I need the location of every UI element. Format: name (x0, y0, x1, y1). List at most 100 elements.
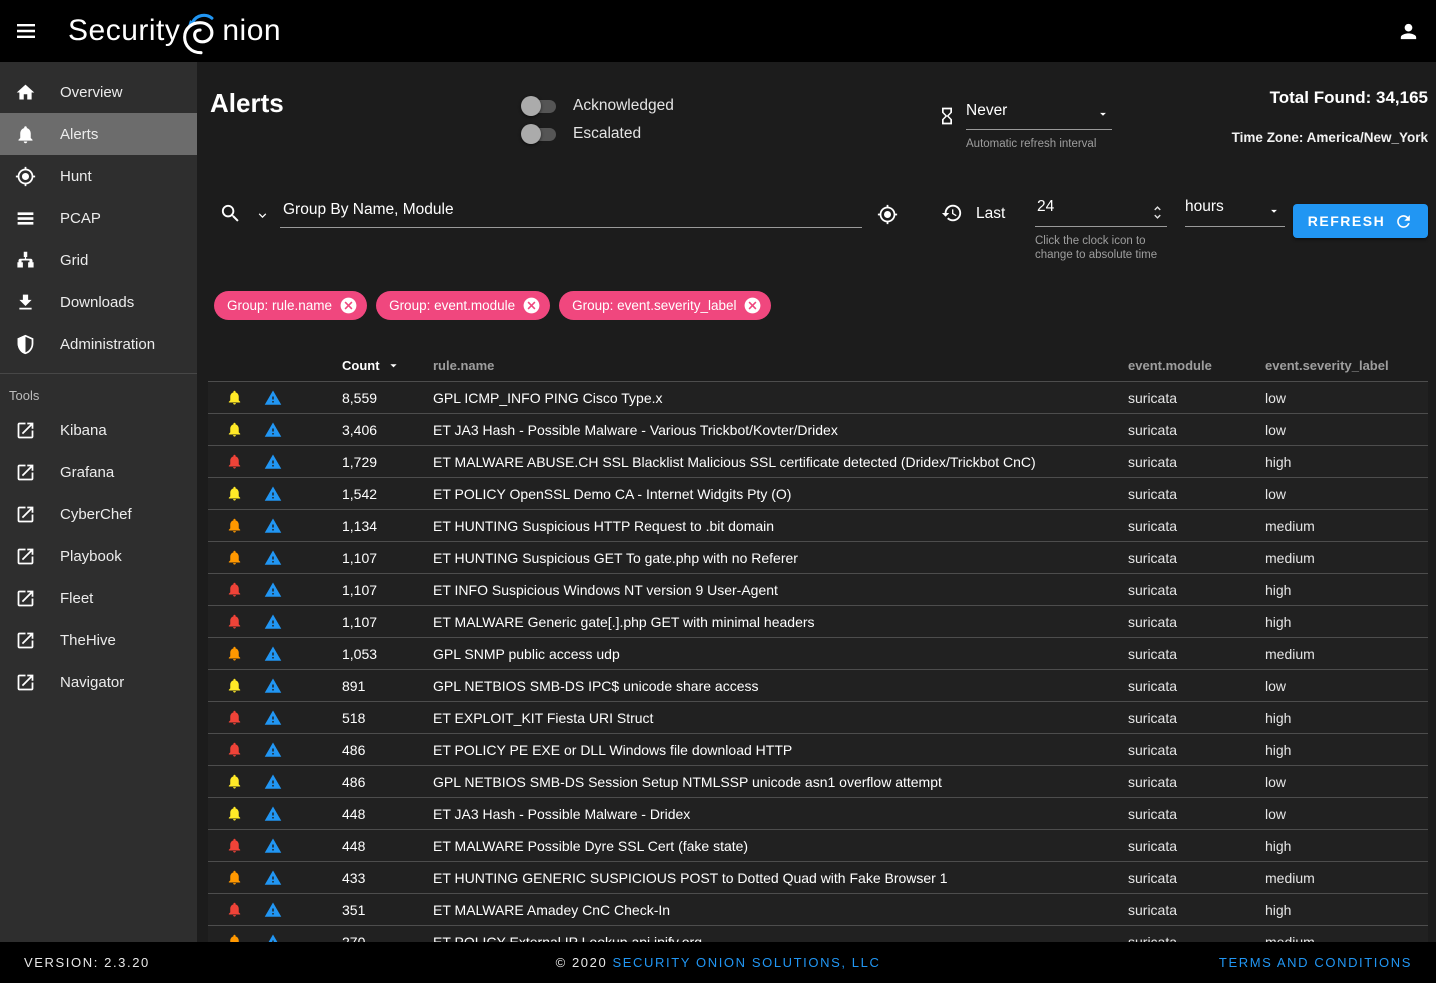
sidebar-item[interactable]: Downloads (0, 281, 197, 323)
quick-actions-target-icon[interactable] (877, 204, 898, 225)
group-filter-chip[interactable]: Group: event.module (376, 291, 550, 320)
acknowledge-bell-icon[interactable] (226, 933, 243, 942)
alert-warning-triangle-icon[interactable] (264, 581, 282, 599)
sidebar-item[interactable]: Grid (0, 239, 197, 281)
acknowledge-bell-icon[interactable] (226, 837, 243, 854)
search-icon[interactable] (219, 202, 242, 225)
sidebar-tool-item[interactable]: CyberChef (0, 493, 197, 535)
search-input[interactable] (280, 198, 862, 228)
acknowledge-bell-icon[interactable] (226, 677, 243, 694)
alert-warning-triangle-icon[interactable] (264, 869, 282, 887)
alert-warning-triangle-icon[interactable] (264, 421, 282, 439)
terms-and-conditions-link[interactable]: TERMS AND CONDITIONS (1219, 955, 1412, 970)
table-row[interactable]: 270 ET POLICY External IP Lookup api.ipi… (208, 925, 1428, 942)
sidebar-item[interactable]: Alerts (0, 113, 197, 155)
refresh-interval-select[interactable]: Never (966, 102, 1112, 130)
refresh-interval-value: Never (966, 102, 1007, 119)
acknowledge-bell-icon[interactable] (226, 485, 243, 502)
toggle-switch[interactable] (523, 100, 556, 113)
acknowledge-bell-icon[interactable] (226, 773, 243, 790)
column-header-count[interactable]: Count (306, 358, 433, 373)
table-row[interactable]: 3,406 ET JA3 Hash - Possible Malware - V… (208, 413, 1428, 445)
time-unit-select[interactable]: hours (1185, 198, 1285, 227)
table-row[interactable]: 448 ET MALWARE Possible Dyre SSL Cert (f… (208, 829, 1428, 861)
acknowledge-bell-icon[interactable] (226, 869, 243, 886)
alert-warning-triangle-icon[interactable] (264, 709, 282, 727)
toggle-switch[interactable] (523, 128, 556, 141)
table-row[interactable]: 8,559 GPL ICMP_INFO PING Cisco Type.x su… (208, 381, 1428, 413)
acknowledge-bell-icon[interactable] (226, 549, 243, 566)
table-row[interactable]: 1,107 ET MALWARE Generic gate[.].php GET… (208, 605, 1428, 637)
group-filter-chip[interactable]: Group: rule.name (214, 291, 367, 320)
table-row[interactable]: 1,107 ET INFO Suspicious Windows NT vers… (208, 573, 1428, 605)
sidebar-tool-item[interactable]: Playbook (0, 535, 197, 577)
query-history-chevron-icon[interactable] (255, 208, 270, 223)
acknowledge-bell-icon[interactable] (226, 421, 243, 438)
alert-warning-triangle-icon[interactable] (264, 741, 282, 759)
time-stepper-icon[interactable] (1149, 204, 1166, 221)
acknowledge-bell-icon[interactable] (226, 805, 243, 822)
sidebar-item-icon (15, 208, 36, 229)
escalated-toggle[interactable]: Escalated (523, 120, 674, 148)
column-header-rule-name[interactable]: rule.name (433, 358, 1128, 373)
alert-warning-triangle-icon[interactable] (264, 645, 282, 663)
chip-close-icon[interactable] (339, 296, 358, 315)
alert-warning-triangle-icon[interactable] (264, 677, 282, 695)
alert-warning-triangle-icon[interactable] (264, 901, 282, 919)
sidebar-item[interactable]: PCAP (0, 197, 197, 239)
alert-warning-triangle-icon[interactable] (264, 517, 282, 535)
alert-warning-triangle-icon[interactable] (264, 549, 282, 567)
user-account-icon[interactable] (1397, 20, 1420, 43)
column-header-event-module[interactable]: event.module (1128, 358, 1265, 373)
table-row[interactable]: 518 ET EXPLOIT_KIT Fiesta URI Struct sur… (208, 701, 1428, 733)
acknowledge-bell-icon[interactable] (226, 613, 243, 630)
sidebar-item[interactable]: Overview (0, 71, 197, 113)
acknowledge-bell-icon[interactable] (226, 709, 243, 726)
acknowledged-toggle[interactable]: Acknowledged (523, 92, 674, 120)
acknowledge-bell-icon[interactable] (226, 901, 243, 918)
alert-warning-triangle-icon[interactable] (264, 389, 282, 407)
acknowledge-bell-icon[interactable] (226, 517, 243, 534)
table-row[interactable]: 433 ET HUNTING GENERIC SUSPICIOUS POST t… (208, 861, 1428, 893)
sort-descending-icon (386, 358, 401, 373)
table-row[interactable]: 448 ET JA3 Hash - Possible Malware - Dri… (208, 797, 1428, 829)
sidebar-tool-item[interactable]: Fleet (0, 577, 197, 619)
history-clock-icon[interactable] (941, 202, 963, 224)
group-filter-chip[interactable]: Group: event.severity_label (559, 291, 771, 320)
sidebar-item[interactable]: Administration (0, 323, 197, 365)
refresh-button[interactable]: REFRESH (1293, 204, 1428, 238)
table-row[interactable]: 1,134 ET HUNTING Suspicious HTTP Request… (208, 509, 1428, 541)
column-header-severity-label[interactable]: event.severity_label (1265, 358, 1428, 373)
alert-warning-triangle-icon[interactable] (264, 485, 282, 503)
acknowledge-bell-icon[interactable] (226, 453, 243, 470)
alert-warning-triangle-icon[interactable] (264, 453, 282, 471)
sidebar-tool-item[interactable]: Navigator (0, 661, 197, 703)
chip-close-icon[interactable] (743, 296, 762, 315)
alert-warning-triangle-icon[interactable] (264, 805, 282, 823)
sidebar-item[interactable]: Hunt (0, 155, 197, 197)
table-row[interactable]: 351 ET MALWARE Amadey CnC Check-In suric… (208, 893, 1428, 925)
sidebar-tool-item[interactable]: TheHive (0, 619, 197, 661)
sidebar-tool-item[interactable]: Kibana (0, 409, 197, 451)
alert-warning-triangle-icon[interactable] (264, 933, 282, 943)
chip-close-icon[interactable] (522, 296, 541, 315)
acknowledge-bell-icon[interactable] (226, 741, 243, 758)
acknowledge-bell-icon[interactable] (226, 645, 243, 662)
company-link[interactable]: SECURITY ONION SOLUTIONS, LLC (613, 955, 881, 970)
alert-warning-triangle-icon[interactable] (264, 613, 282, 631)
table-row[interactable]: 486 GPL NETBIOS SMB-DS Session Setup NTM… (208, 765, 1428, 797)
acknowledge-bell-icon[interactable] (226, 389, 243, 406)
table-row[interactable]: 1,053 GPL SNMP public access udp suricat… (208, 637, 1428, 669)
table-row[interactable]: 891 GPL NETBIOS SMB-DS IPC$ unicode shar… (208, 669, 1428, 701)
table-row[interactable]: 1,107 ET HUNTING Suspicious GET To gate.… (208, 541, 1428, 573)
alert-rule-name: ET MALWARE Generic gate[.].php GET with … (433, 614, 1128, 630)
sidebar-tool-item[interactable]: Grafana (0, 451, 197, 493)
acknowledge-bell-icon[interactable] (226, 581, 243, 598)
table-row[interactable]: 486 ET POLICY PE EXE or DLL Windows file… (208, 733, 1428, 765)
relative-time-input[interactable] (1035, 198, 1167, 227)
alert-warning-triangle-icon[interactable] (264, 837, 282, 855)
table-row[interactable]: 1,729 ET MALWARE ABUSE.CH SSL Blacklist … (208, 445, 1428, 477)
hamburger-menu-icon[interactable] (14, 19, 38, 43)
alert-warning-triangle-icon[interactable] (264, 773, 282, 791)
table-row[interactable]: 1,542 ET POLICY OpenSSL Demo CA - Intern… (208, 477, 1428, 509)
